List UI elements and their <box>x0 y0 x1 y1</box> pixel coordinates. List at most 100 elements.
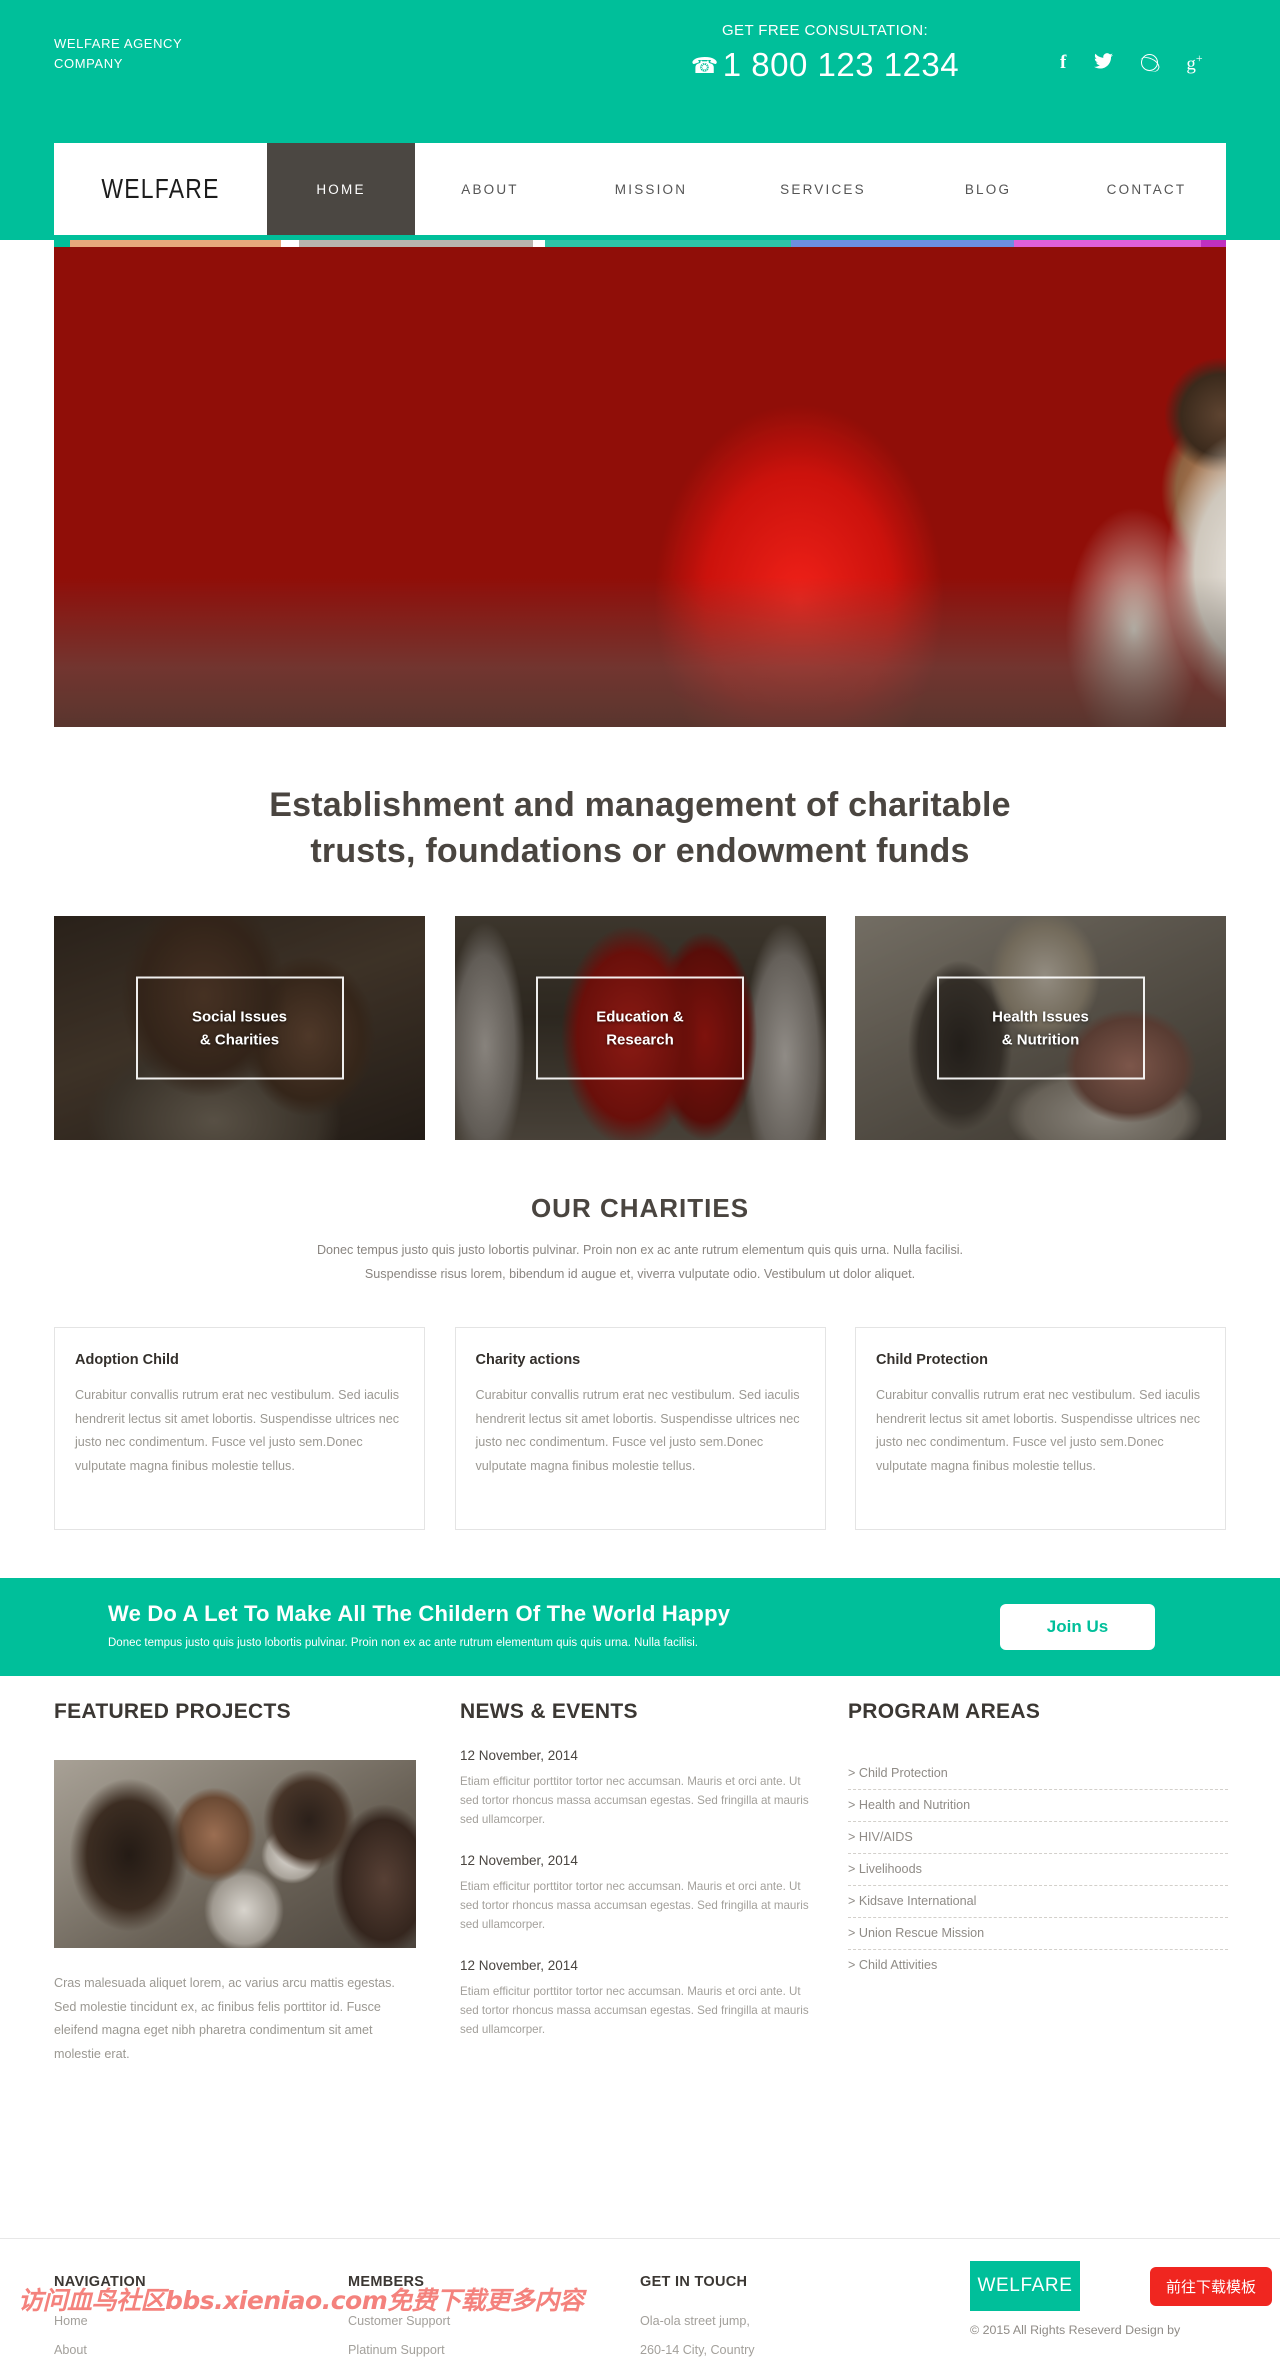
cta-banner: We Do A Let To Make All The Childern Of … <box>0 1578 1280 1676</box>
feature-label-line2: & Nutrition <box>1001 1031 1080 1048</box>
program-area-item[interactable]: > Livelihoods <box>848 1854 1228 1886</box>
charity-box-child-protection[interactable]: Child Protection Curabitur convallis rut… <box>855 1327 1226 1530</box>
page-headline: Establishment and management of charitab… <box>0 782 1280 874</box>
footer-navigation-heading: NAVIGATION <box>54 2274 146 2290</box>
charity-box-body: Curabitur convallis rutrum erat nec vest… <box>475 1388 800 1473</box>
news-item-body: Etiam efficitur porttitor tortor nec acc… <box>460 1985 809 2036</box>
footer-link-customer-support[interactable]: Customer Support <box>348 2307 558 2336</box>
phone-icon: ☎ <box>690 53 719 78</box>
footer-link-about[interactable]: About <box>54 2336 244 2365</box>
news-item-date: 12 November, 2014 <box>460 1853 578 1868</box>
program-area-item[interactable]: > Union Rescue Mission <box>848 1918 1228 1950</box>
footer-address-line1: Ola-ola street jump, <box>640 2314 750 2328</box>
phone-number-text: 1 800 123 1234 <box>722 46 960 83</box>
program-areas-list: > Child Protection > Health and Nutritio… <box>848 1758 1228 1981</box>
consultation-label: GET FREE CONSULTATION: <box>721 22 929 39</box>
charity-boxes: Adoption Child Curabitur convallis rutru… <box>54 1327 1226 1530</box>
program-area-item[interactable]: > Kidsave International <box>848 1886 1228 1918</box>
charity-box-body: Curabitur convallis rutrum erat nec vest… <box>876 1388 1201 1473</box>
cta-heading: We Do A Let To Make All The Childern Of … <box>108 1601 731 1626</box>
news-item-body: Etiam efficitur porttitor tortor nec acc… <box>460 1775 809 1826</box>
hero-image <box>54 240 1226 727</box>
news-events-heading: NEWS & EVENTS <box>460 1700 638 1723</box>
feature-card-social-issues[interactable]: Social Issues & Charities <box>54 916 425 1140</box>
news-item-date: 12 November, 2014 <box>460 1958 578 1973</box>
news-item[interactable]: 12 November, 2014 Etiam efficitur portti… <box>460 1748 820 1829</box>
join-us-button[interactable]: Join Us <box>1000 1604 1155 1650</box>
hero-color-strip <box>54 240 1226 247</box>
feature-cards: Social Issues & Charities Education & Re… <box>54 916 1226 1140</box>
facebook-icon[interactable]: f <box>1060 53 1066 72</box>
featured-projects-heading: FEATURED PROJECTS <box>54 1700 291 1723</box>
feature-card-frame: Education & Research <box>536 976 744 1080</box>
agency-name-line1: WELFARE AGENCY <box>54 36 183 51</box>
feature-card-label: Education & Research <box>596 1005 684 1051</box>
feature-card-health[interactable]: Health Issues & Nutrition <box>855 916 1226 1140</box>
program-areas-column: PROGRAM AREAS > Child Protection > Healt… <box>848 1700 1228 1981</box>
feature-card-education[interactable]: Education & Research <box>454 916 826 1140</box>
social-links: f g+ <box>1060 52 1203 73</box>
footer-members-column: MEMBERS Customer Support Platinum Suppor… <box>348 2274 558 2365</box>
headline-line-2: trusts, foundations or endowment funds <box>310 832 970 870</box>
nav-item-about[interactable]: ABOUT <box>415 143 565 235</box>
program-area-item[interactable]: > Health and Nutrition <box>848 1790 1228 1822</box>
agency-name-line2: COMPANY <box>54 56 123 71</box>
feature-card-frame: Health Issues & Nutrition <box>936 976 1145 1080</box>
featured-project-image <box>54 1760 416 1948</box>
feature-label-line1: Health Issues <box>992 1008 1089 1025</box>
news-item[interactable]: 12 November, 2014 Etiam efficitur portti… <box>460 1958 820 2039</box>
nav-item-contact[interactable]: CONTACT <box>1067 143 1226 235</box>
charity-box-body: Curabitur convallis rutrum erat nec vest… <box>75 1388 400 1473</box>
consultation-block: GET FREE CONSULTATION: ☎ 1 800 123 1234 <box>640 22 1010 86</box>
site-logo[interactable]: WELFARE <box>73 143 248 235</box>
feature-card-label: Social Issues & Charities <box>192 1005 287 1051</box>
headline-line-1: Establishment and management of charitab… <box>269 786 1011 824</box>
agency-name: WELFARE AGENCY COMPANY <box>54 34 182 74</box>
hero-banner <box>54 240 1226 727</box>
footer-members-heading: MEMBERS <box>348 2274 425 2290</box>
cta-subtext: Donec tempus justo quis justo lobortis p… <box>108 1637 698 1649</box>
footer-navigation-column: NAVIGATION Home About <box>54 2274 244 2365</box>
charities-subtitle-line2: Suspendisse risus lorem, bibendum id aug… <box>364 1267 916 1281</box>
footer-brand-column: WELFARE 前往下载模板 © 2015 All Rights Resever… <box>970 2261 1273 2337</box>
twitter-icon[interactable] <box>1094 52 1114 73</box>
charities-section-subtitle: Donec tempus justo quis justo lobortis p… <box>240 1238 1040 1286</box>
charities-section-title: OUR CHARITIES <box>530 1193 750 1223</box>
footer-contact-column: GET IN TOUCH Ola-ola street jump, 260-14… <box>640 2274 870 2365</box>
charities-subtitle-line1: Donec tempus justo quis justo lobortis p… <box>316 1243 964 1257</box>
dribbble-icon[interactable] <box>1141 54 1159 72</box>
charity-box-charity-actions[interactable]: Charity actions Curabitur convallis rutr… <box>454 1327 826 1530</box>
featured-project-text: Cras malesuada aliquet lorem, ac varius … <box>54 1976 395 2061</box>
feature-label-line2: & Charities <box>199 1031 280 1048</box>
footer-contact-heading: GET IN TOUCH <box>640 2274 748 2290</box>
program-area-item[interactable]: > Child Attivities <box>848 1950 1228 1981</box>
charity-box-adoption-child[interactable]: Adoption Child Curabitur convallis rutru… <box>54 1327 425 1530</box>
site-footer: NAVIGATION Home About MEMBERS Customer S… <box>0 2239 1280 2357</box>
phone-number[interactable]: ☎ 1 800 123 1234 <box>640 45 1010 86</box>
nav-item-services[interactable]: SERVICES <box>737 143 909 235</box>
news-item[interactable]: 12 November, 2014 Etiam efficitur portti… <box>460 1853 820 1934</box>
footer-link-home[interactable]: Home <box>54 2307 244 2336</box>
charity-box-title: Charity actions <box>475 1352 581 1368</box>
featured-projects-column: FEATURED PROJECTS Cras malesuada aliquet… <box>54 1700 416 2066</box>
cta-text-block: We Do A Let To Make All The Childern Of … <box>108 1601 730 1651</box>
feature-card-frame: Social Issues & Charities <box>135 976 344 1080</box>
footer-logo[interactable]: WELFARE <box>970 2261 1080 2311</box>
footer-copyright: © 2015 All Rights Reseverd Design by <box>970 2323 1181 2337</box>
program-area-item[interactable]: > HIV/AIDS <box>848 1822 1228 1854</box>
nav-item-mission[interactable]: MISSION <box>565 143 737 235</box>
news-events-column: NEWS & EVENTS 12 November, 2014 Etiam ef… <box>460 1700 820 2039</box>
nav-item-home[interactable]: HOME <box>267 143 415 235</box>
footer-link-platinum-support[interactable]: Platinum Support <box>348 2336 558 2365</box>
nav-item-blog[interactable]: BLOG <box>909 143 1067 235</box>
feature-label-line2: Research <box>606 1031 674 1048</box>
news-item-body: Etiam efficitur porttitor tortor nec acc… <box>460 1880 809 1931</box>
main-navigation: WELFARE HOME ABOUT MISSION SERVICES BLOG… <box>54 143 1226 235</box>
feature-label-line1: Social Issues <box>191 1008 288 1025</box>
feature-card-label: Health Issues & Nutrition <box>992 1005 1089 1051</box>
download-template-button[interactable]: 前往下载模板 <box>1150 2267 1273 2306</box>
program-area-item[interactable]: > Child Protection <box>848 1758 1228 1790</box>
news-item-date: 12 November, 2014 <box>460 1748 578 1763</box>
footer-address-line2: 260-14 City, Country <box>640 2343 755 2357</box>
googleplus-icon[interactable]: g+ <box>1186 52 1202 73</box>
